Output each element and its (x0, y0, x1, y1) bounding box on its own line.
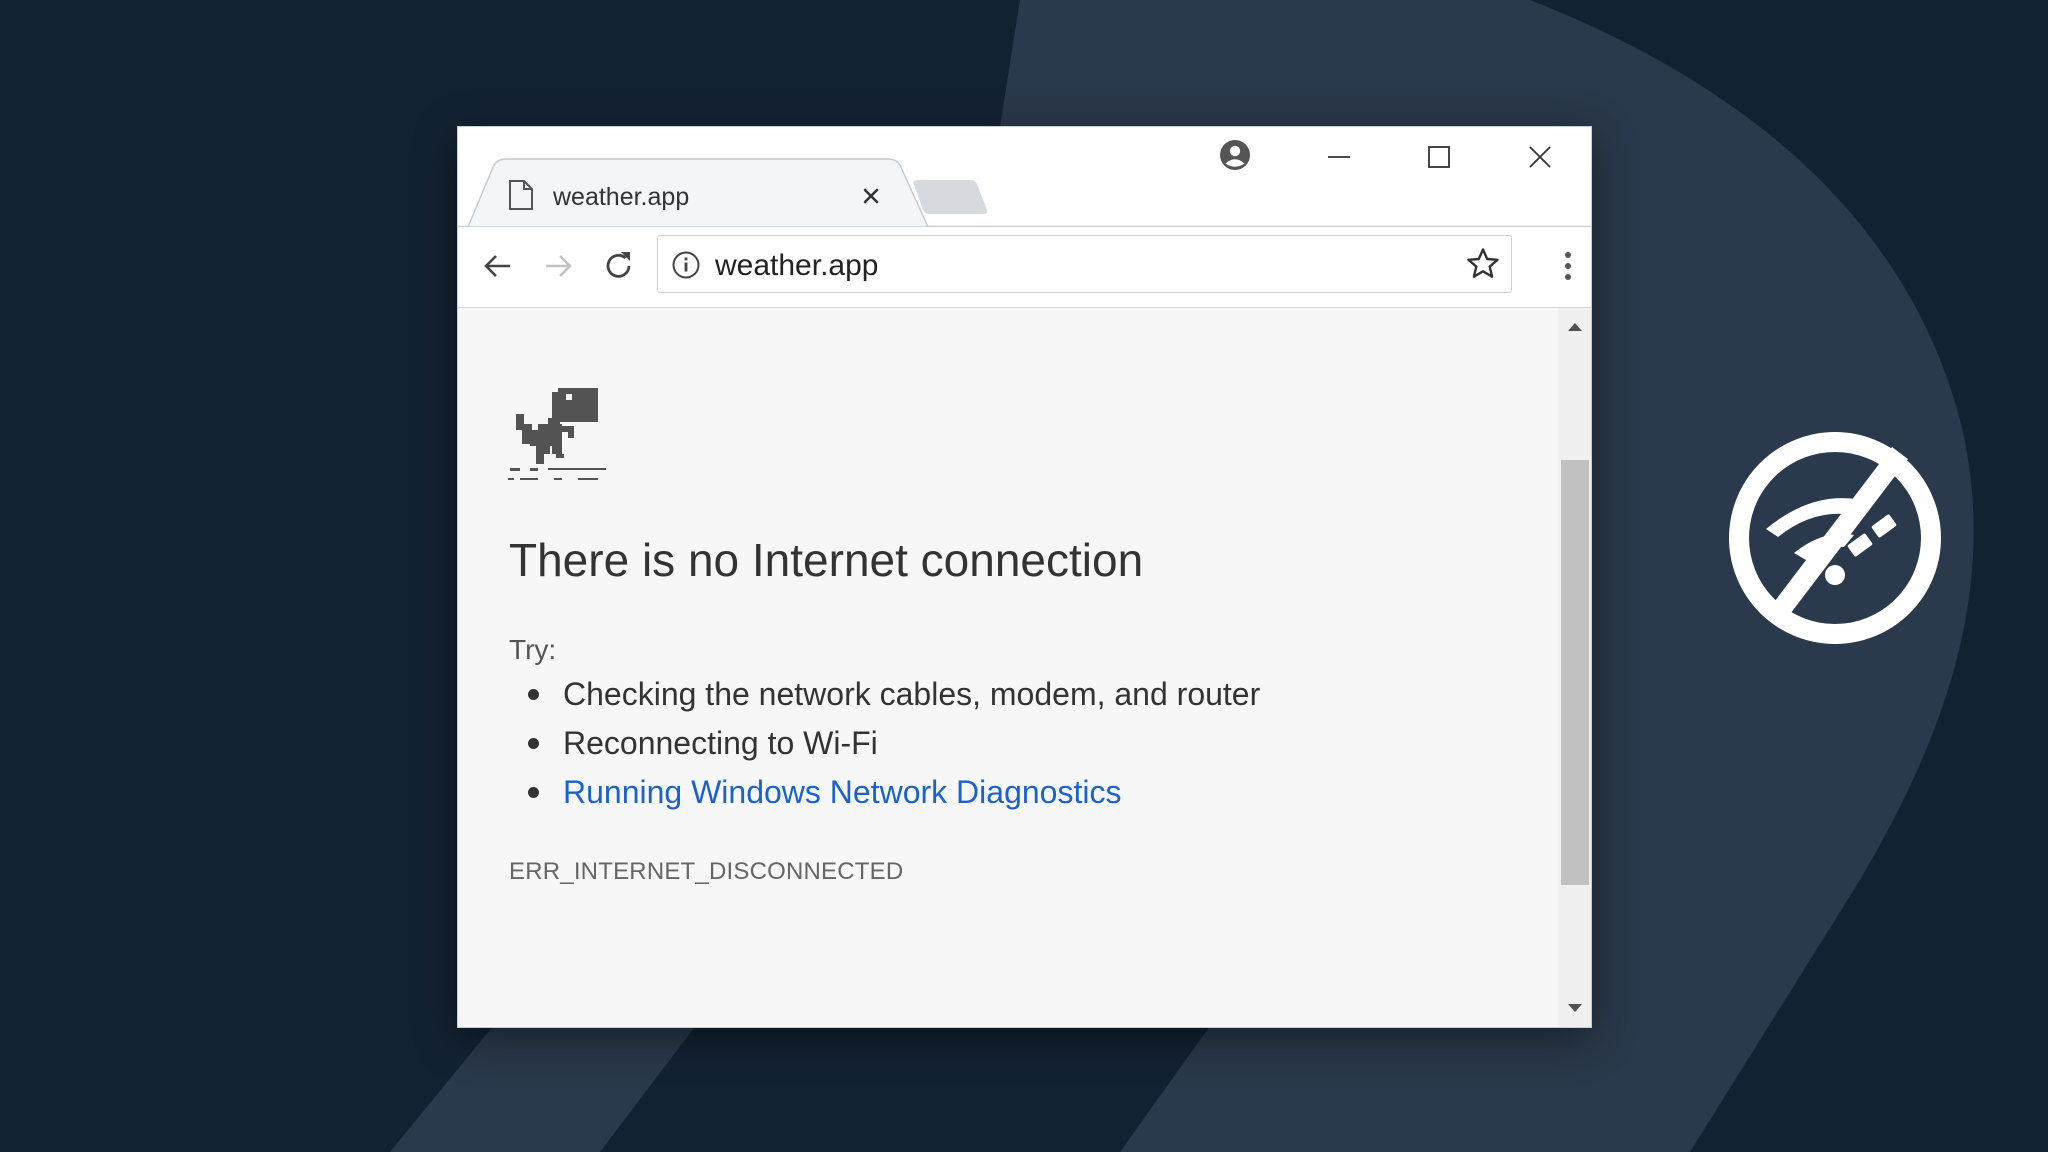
suggestion-text: Checking the network cables, modem, and … (563, 676, 1261, 712)
bullet-icon (528, 738, 539, 749)
tab-title[interactable]: weather.app (553, 183, 689, 212)
suggestion-text: Reconnecting to Wi-Fi (563, 725, 878, 761)
back-button[interactable] (475, 243, 521, 289)
minimize-button[interactable] (1314, 135, 1364, 179)
error-code: ERR_INTERNET_DISCONNECTED (509, 858, 904, 885)
reload-button[interactable] (596, 243, 642, 289)
window-close-button[interactable] (1515, 135, 1565, 179)
tab-close-button[interactable] (856, 181, 886, 211)
scroll-down-arrow-icon (1567, 1004, 1582, 1012)
forward-arrow-icon (546, 255, 572, 277)
try-label: Try: (509, 634, 557, 665)
suggestion-item: Checking the network cables, modem, and … (528, 676, 1261, 725)
scroll-down-button[interactable] (1558, 993, 1591, 1023)
menu-button[interactable] (1545, 243, 1591, 289)
browser-window: weather.app weather.app There is no Inte… (457, 126, 1592, 1028)
maximize-icon (1428, 146, 1450, 168)
three-dots-menu-icon (1565, 252, 1571, 280)
reload-icon (606, 252, 631, 278)
star-icon[interactable] (1465, 246, 1501, 282)
browser-toolbar: weather.app (458, 227, 1591, 308)
scroll-up-button[interactable] (1558, 312, 1591, 342)
minimize-icon (1328, 156, 1350, 158)
network-diagnostics-link[interactable]: Running Windows Network Diagnostics (563, 774, 1121, 810)
maximize-button[interactable] (1414, 135, 1464, 179)
scroll-up-arrow-icon (1567, 323, 1582, 331)
suggestion-item: Running Windows Network Diagnostics (528, 774, 1260, 823)
error-title: There is no Internet connection (509, 534, 1144, 586)
bullet-icon (528, 787, 539, 798)
page-icon (509, 180, 533, 210)
suggestions-list: Checking the network cables, modem, and … (528, 676, 1261, 823)
dinosaur-icon (508, 388, 606, 480)
tab-close-icon (863, 188, 879, 204)
bullet-icon (528, 689, 539, 700)
profile-button[interactable] (1210, 133, 1260, 177)
vertical-scrollbar[interactable] (1558, 308, 1591, 1027)
close-icon (1529, 146, 1551, 168)
title-bar: weather.app (458, 127, 1591, 227)
profile-icon (1220, 140, 1250, 170)
new-tab-icon[interactable] (909, 178, 991, 216)
suggestion-item: Reconnecting to Wi-Fi (528, 725, 1260, 774)
no-wifi-icon (1729, 432, 1941, 644)
page-content: There is no Internet connection Try: Che… (458, 308, 1558, 1027)
forward-button[interactable] (535, 243, 581, 289)
back-arrow-icon (484, 255, 510, 277)
info-icon[interactable] (671, 250, 701, 280)
scroll-thumb[interactable] (1561, 460, 1589, 885)
address-bar[interactable]: weather.app (657, 235, 1512, 293)
url-text[interactable]: weather.app (715, 249, 878, 283)
